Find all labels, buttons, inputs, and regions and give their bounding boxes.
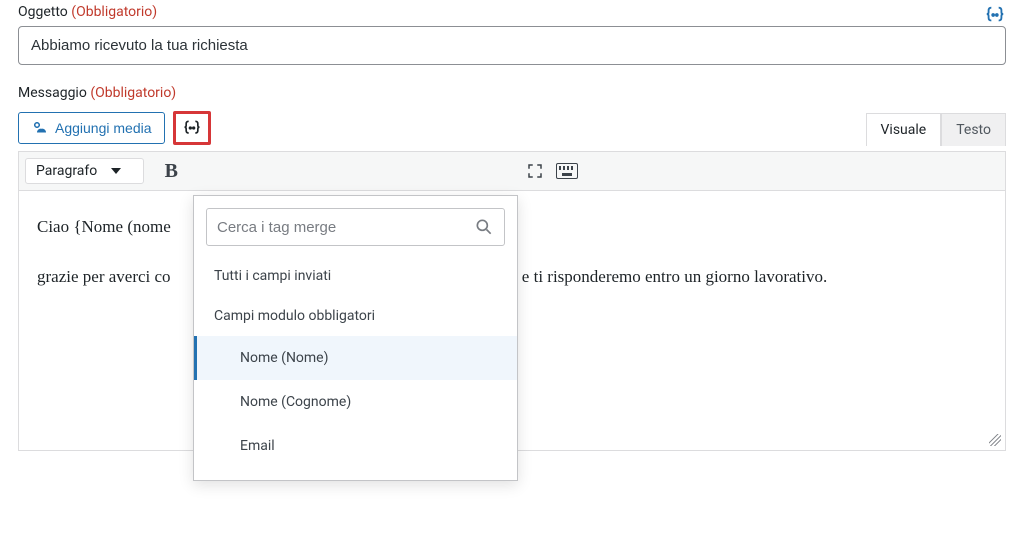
merge-tag-item-name-last[interactable]: Nome (Cognome) (194, 380, 517, 424)
fullscreen-button[interactable] (520, 156, 550, 186)
subject-required-badge: (Obbligatorio) (71, 4, 157, 20)
merge-tag-icon (182, 118, 202, 138)
subject-input[interactable] (18, 26, 1006, 65)
tab-text[interactable]: Testo (941, 113, 1006, 146)
subject-label: Oggetto (Obbligatorio) (18, 4, 1006, 20)
merge-tag-icon[interactable] (984, 4, 1006, 26)
editor-above-toolbar: Aggiungi media Visuale Testo (18, 111, 1006, 145)
merge-tag-item-email[interactable]: Email (194, 424, 517, 468)
merge-tag-search[interactable] (206, 208, 505, 246)
fullscreen-icon (526, 162, 544, 180)
add-media-label: Aggiungi media (55, 120, 152, 136)
merge-tag-dropdown: Tutti i campi inviati Campi modulo obbli… (193, 195, 518, 481)
message-required-badge: (Obbligatorio) (90, 85, 176, 101)
media-icon (31, 119, 49, 137)
chevron-down-icon (111, 168, 121, 174)
dropdown-section-required-fields: Campi modulo obbligatori (194, 296, 517, 336)
message-label: Messaggio (Obbligatorio) (18, 85, 1006, 101)
keyboard-icon (556, 163, 578, 179)
merge-tag-search-input[interactable] (217, 219, 474, 236)
resize-handle[interactable] (987, 432, 1001, 446)
keyboard-button[interactable] (552, 156, 582, 186)
add-media-button[interactable]: Aggiungi media (18, 112, 165, 144)
bold-button[interactable]: B (156, 156, 186, 186)
search-icon (474, 217, 494, 237)
editor-mode-tabs: Visuale Testo (866, 113, 1006, 146)
editor-toolbar: Paragrafo B (18, 151, 1006, 191)
paragraph-format-select[interactable]: Paragrafo (25, 158, 144, 184)
tab-visual[interactable]: Visuale (866, 113, 942, 146)
merge-tag-item-name-first[interactable]: Nome (Nome) (194, 336, 517, 380)
dropdown-section-all-fields[interactable]: Tutti i campi inviati (194, 256, 517, 296)
merge-tag-button[interactable] (173, 111, 211, 145)
